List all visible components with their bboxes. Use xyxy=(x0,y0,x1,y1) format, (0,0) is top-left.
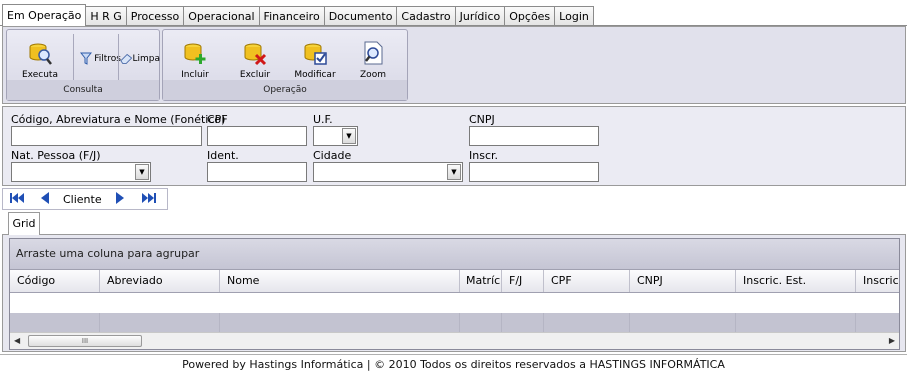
divider xyxy=(735,313,736,333)
excluir-label: Excluir xyxy=(239,70,271,80)
grid-tab-panel: Arraste uma coluna para agrupar Código A… xyxy=(2,234,906,352)
cnpj-input[interactable] xyxy=(469,126,599,146)
operacao-group: Incluir Excluir Modificar Zoom Operação xyxy=(162,29,408,101)
cidade-select[interactable]: ▼ xyxy=(313,162,463,182)
incluir-button[interactable]: Incluir xyxy=(173,40,217,80)
footer-divider xyxy=(0,354,907,355)
scroll-right-icon[interactable]: ▶ xyxy=(889,336,895,345)
cidade-label: Cidade xyxy=(313,149,352,162)
eraser-icon xyxy=(120,53,133,64)
record-navigator: Cliente xyxy=(2,188,168,210)
tab-financeiro[interactable]: Financeiro xyxy=(258,6,325,25)
grid-header: Código Abreviado Nome Matrícu F/J CPF CN… xyxy=(10,269,899,293)
cnpj-label: CNPJ xyxy=(469,113,495,126)
table-row[interactable] xyxy=(10,293,899,313)
first-record-icon[interactable] xyxy=(9,192,25,204)
executa-button[interactable]: Executa xyxy=(19,40,61,80)
ident-input[interactable] xyxy=(207,162,307,182)
table-row[interactable] xyxy=(10,313,899,333)
codigo-input[interactable] xyxy=(11,126,202,146)
group-by-area[interactable]: Arraste uma coluna para agrupar xyxy=(10,239,899,269)
data-grid: Arraste uma coluna para agrupar Código A… xyxy=(9,238,900,350)
limpa-label: Limpa xyxy=(132,53,160,64)
divider xyxy=(99,313,100,333)
tab-operacional[interactable]: Operacional xyxy=(183,6,260,25)
column-header-abreviado[interactable]: Abreviado xyxy=(100,270,220,292)
operacao-group-title: Operação xyxy=(163,80,407,100)
chevron-down-icon[interactable]: ▼ xyxy=(135,164,149,180)
separator xyxy=(73,34,74,80)
tab-juridico[interactable]: Jurídico xyxy=(454,6,506,25)
chevron-down-icon[interactable]: ▼ xyxy=(447,164,461,180)
executa-label: Executa xyxy=(22,70,58,80)
modificar-button[interactable]: Modificar xyxy=(291,40,339,80)
filtros-button[interactable]: Filtros xyxy=(77,52,121,65)
scrollbar-thumb[interactable]: III xyxy=(28,335,142,347)
column-header-codigo[interactable]: Código xyxy=(10,270,100,292)
column-header-matricula[interactable]: Matrícu xyxy=(460,270,502,292)
tab-hrg[interactable]: H R G xyxy=(85,6,127,25)
cpf-label: CPF xyxy=(207,113,228,126)
previous-record-icon[interactable] xyxy=(39,192,51,204)
column-header-inscric[interactable]: Inscric. xyxy=(856,270,899,292)
navigator-label: Cliente xyxy=(63,193,102,206)
last-record-icon[interactable] xyxy=(141,192,157,204)
inscr-input[interactable] xyxy=(469,162,599,182)
uf-label: U.F. xyxy=(313,113,333,126)
tab-documento[interactable]: Documento xyxy=(323,6,398,25)
database-delete-icon xyxy=(244,43,267,66)
main-tab-strip: Em Operação H R G Processo Operacional F… xyxy=(2,4,594,26)
column-header-fj[interactable]: F/J xyxy=(502,270,544,292)
divider xyxy=(855,313,856,333)
divider xyxy=(629,313,630,333)
footer-text: Powered by Hastings Informática | © 2010… xyxy=(182,358,725,371)
excluir-button[interactable]: Excluir xyxy=(233,40,277,80)
incluir-label: Incluir xyxy=(181,70,209,80)
divider xyxy=(219,313,220,333)
consulta-group-title: Consulta xyxy=(7,80,159,100)
filter-icon xyxy=(79,52,92,65)
zoom-button[interactable]: Zoom xyxy=(353,40,393,80)
ident-label: Ident. xyxy=(207,149,239,162)
next-record-icon[interactable] xyxy=(114,192,126,204)
column-header-cpf[interactable]: CPF xyxy=(544,270,630,292)
separator xyxy=(118,34,119,80)
tab-em-operacao[interactable]: Em Operação xyxy=(2,4,87,26)
divider xyxy=(459,313,460,333)
tab-login[interactable]: Login xyxy=(554,6,594,25)
natpessoa-select[interactable]: ▼ xyxy=(11,162,151,182)
codigo-label: Código, Abreviatura e Nome (Fonético) xyxy=(11,113,226,126)
database-search-icon xyxy=(29,43,52,65)
database-edit-icon xyxy=(304,43,327,65)
search-panel: Código, Abreviatura e Nome (Fonético) CP… xyxy=(2,106,906,186)
database-add-icon xyxy=(184,43,206,64)
filtros-label: Filtros xyxy=(94,53,121,64)
tab-processo[interactable]: Processo xyxy=(125,6,185,25)
chevron-down-icon[interactable]: ▼ xyxy=(342,128,356,144)
divider xyxy=(501,313,502,333)
consulta-group: Executa Filtros Limpa Consulta xyxy=(6,29,160,101)
horizontal-scrollbar[interactable]: ◀ III ▶ xyxy=(10,332,899,349)
tab-opcoes[interactable]: Opções xyxy=(504,6,556,25)
zoom-label: Zoom xyxy=(360,70,386,80)
column-header-nome[interactable]: Nome xyxy=(220,270,460,292)
document-zoom-icon xyxy=(364,41,383,65)
ribbon-panel: Executa Filtros Limpa Consulta Incluir E… xyxy=(2,26,906,104)
tab-cadastro[interactable]: Cadastro xyxy=(396,6,456,25)
column-header-cnpj[interactable]: CNPJ xyxy=(630,270,736,292)
limpa-button[interactable]: Limpa xyxy=(120,52,160,65)
uf-select[interactable]: ▼ xyxy=(313,126,358,146)
natpessoa-label: Nat. Pessoa (F/J) xyxy=(11,149,101,162)
column-header-inscric-est[interactable]: Inscric. Est. xyxy=(736,270,856,292)
scroll-left-icon[interactable]: ◀ xyxy=(14,336,20,345)
cpf-input[interactable] xyxy=(207,126,307,146)
modificar-label: Modificar xyxy=(294,70,336,80)
divider xyxy=(543,313,544,333)
tab-grid[interactable]: Grid xyxy=(8,212,40,235)
inscr-label: Inscr. xyxy=(469,149,499,162)
